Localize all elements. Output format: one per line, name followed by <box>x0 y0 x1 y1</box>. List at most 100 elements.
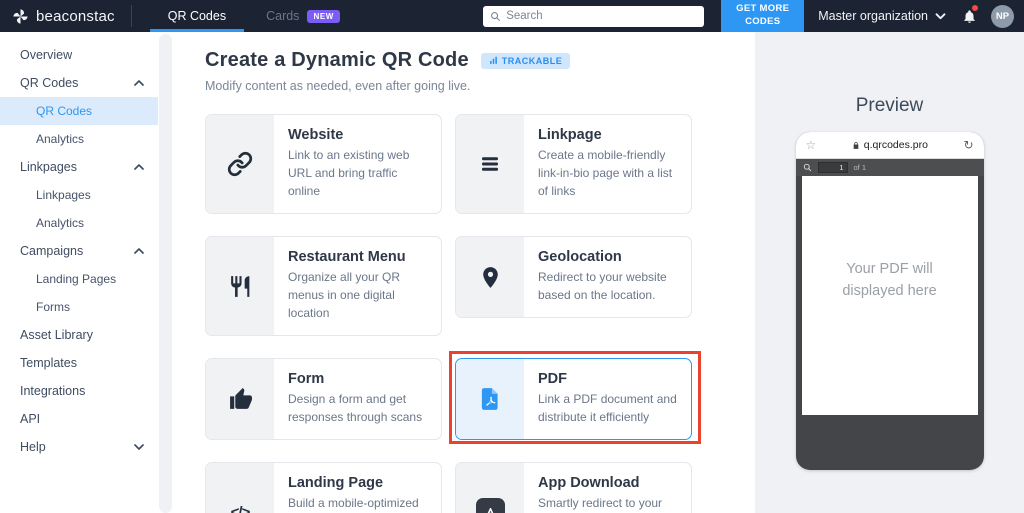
qr-type-card-app-download[interactable]: App Download Smartly redirect to your ap… <box>455 462 692 513</box>
topbar-divider <box>131 5 132 27</box>
pdf-icon <box>477 386 503 412</box>
card-description: Organize all your QR menus in one digita… <box>288 268 429 322</box>
code-icon: </> <box>231 504 250 513</box>
sidebar-item-label: Analytics <box>36 216 84 230</box>
card-icon-zone <box>456 463 524 513</box>
qr-type-card-geolocation[interactable]: Geolocation Redirect to your website bas… <box>455 236 692 318</box>
tab-cards[interactable]: Cards NEW <box>246 0 360 32</box>
preview-title: Preview <box>856 95 924 117</box>
card-title: PDF <box>538 371 679 387</box>
topbar: beaconstac QR Codes Cards NEW GET MORE C… <box>0 0 1024 32</box>
card-body: Landing Page Build a mobile-optimized we… <box>274 463 441 513</box>
search-input[interactable] <box>506 10 697 22</box>
card-icon-zone <box>206 359 274 439</box>
content-area: Overview QR Codes QR Codes Analytics Lin… <box>0 32 1024 513</box>
qr-type-card-landing-page[interactable]: </> Landing Page Build a mobile-optimize… <box>205 462 442 513</box>
pdf-page-area: Your PDF will displayed here <box>802 176 978 415</box>
link-icon <box>227 151 253 177</box>
bookmark-star-icon[interactable]: ☆ <box>806 138 817 152</box>
lock-icon <box>852 141 860 150</box>
notifications-bell[interactable] <box>962 0 977 32</box>
sidebar-scrollbar[interactable] <box>159 34 172 513</box>
sidebar-item-overview[interactable]: Overview <box>0 41 158 69</box>
card-title: Geolocation <box>538 249 679 265</box>
sidebar-item-campaigns[interactable]: Campaigns <box>0 237 158 265</box>
get-more-codes-button[interactable]: GET MORE CODES <box>721 0 804 32</box>
sidebar-item-label: QR Codes <box>20 76 78 90</box>
sidebar-item-label: Campaigns <box>20 244 83 258</box>
sidebar-nav: Overview QR Codes QR Codes Analytics Lin… <box>0 41 158 461</box>
trackable-badge: TRACKABLE <box>481 53 571 69</box>
brand-name: beaconstac <box>36 8 115 25</box>
chart-icon <box>489 56 498 65</box>
sidebar-item-forms-sub[interactable]: Forms <box>0 293 158 321</box>
sidebar-item-label: QR Codes <box>36 104 92 118</box>
qr-type-card-restaurant-menu[interactable]: Restaurant Menu Organize all your QR men… <box>205 236 442 336</box>
restaurant-icon <box>228 274 253 299</box>
sidebar-item-qr-codes-sub[interactable]: QR Codes <box>0 97 158 125</box>
card-body: Linkpage Create a mobile-friendly link-i… <box>524 115 691 213</box>
sidebar-item-templates[interactable]: Templates <box>0 349 158 377</box>
card-description: Smartly redirect to your app in Android … <box>538 494 679 513</box>
sidebar-item-analytics-sub[interactable]: Analytics <box>0 125 158 153</box>
brand-logo[interactable]: beaconstac <box>0 0 131 32</box>
sidebar-item-label: API <box>20 412 40 426</box>
card-body: App Download Smartly redirect to your ap… <box>524 463 691 513</box>
sidebar-item-asset-library[interactable]: Asset Library <box>0 321 158 349</box>
page-title: Create a Dynamic QR Code <box>205 49 469 72</box>
sidebar-item-help[interactable]: Help <box>0 433 158 461</box>
sidebar-item-label: Linkpages <box>20 160 77 174</box>
org-label: Master organization <box>818 9 928 23</box>
sidebar-item-analytics-sub[interactable]: Analytics <box>0 209 158 237</box>
zoom-search-icon[interactable] <box>803 163 812 172</box>
org-switcher[interactable]: Master organization <box>818 0 946 32</box>
sidebar-item-integrations[interactable]: Integrations <box>0 377 158 405</box>
sidebar-item-linkpages[interactable]: Linkpages <box>0 153 158 181</box>
card-description: Link a PDF document and distribute it ef… <box>538 390 679 426</box>
sidebar-item-label: Analytics <box>36 132 84 146</box>
qr-type-card-pdf[interactable]: PDF Link a PDF document and distribute i… <box>455 358 692 440</box>
qr-type-card-website[interactable]: Website Link to an existing web URL and … <box>205 114 442 214</box>
placeholder-line2: displayed here <box>842 280 936 302</box>
page-number-input[interactable]: 1 <box>818 162 848 173</box>
sidebar-item-label: Templates <box>20 356 77 370</box>
chevron-up-icon <box>134 164 144 170</box>
card-description: Design a form and get responses through … <box>288 390 429 426</box>
get-more-line1: GET MORE <box>721 3 804 16</box>
phone-mockup: ☆ q.qrcodes.pro ↻ 1 <box>796 132 984 470</box>
refresh-icon[interactable]: ↻ <box>963 138 973 152</box>
card-description: Create a mobile-friendly link-in-bio pag… <box>538 146 679 200</box>
topbar-tabs: QR Codes Cards NEW <box>148 0 360 32</box>
thumbs-up-icon <box>228 387 253 412</box>
qr-type-card-linkpage[interactable]: Linkpage Create a mobile-friendly link-i… <box>455 114 692 214</box>
trackable-label: TRACKABLE <box>502 56 563 66</box>
page-count-label: of 1 <box>854 163 867 172</box>
tab-label: Cards <box>266 9 299 23</box>
search-icon <box>490 11 501 22</box>
card-title: Restaurant Menu <box>288 249 429 265</box>
new-badge: NEW <box>307 10 339 23</box>
card-body: Restaurant Menu Organize all your QR men… <box>274 237 441 335</box>
notification-dot <box>972 5 978 11</box>
sidebar-item-qr-codes[interactable]: QR Codes <box>0 69 158 97</box>
list-icon <box>478 152 502 176</box>
sidebar-item-landing-pages-sub[interactable]: Landing Pages <box>0 265 158 293</box>
card-body: Geolocation Redirect to your website bas… <box>524 237 691 317</box>
card-title: Form <box>288 371 429 387</box>
card-icon-zone <box>456 359 524 439</box>
card-body: PDF Link a PDF document and distribute i… <box>524 359 691 439</box>
sidebar-item-label: Forms <box>36 300 70 314</box>
preview-panel: Preview ☆ q.qrcodes.pro ↻ <box>755 32 1024 513</box>
tab-qr-codes[interactable]: QR Codes <box>148 0 246 32</box>
sidebar-item-label: Overview <box>20 48 72 62</box>
sidebar-item-api[interactable]: API <box>0 405 158 433</box>
search-box[interactable] <box>483 6 704 27</box>
phone-browser-bar: ☆ q.qrcodes.pro ↻ <box>796 132 984 159</box>
sidebar-item-label: Asset Library <box>20 328 93 342</box>
chevron-down-icon <box>935 13 946 20</box>
card-title: Website <box>288 127 429 143</box>
qr-type-card-form[interactable]: Form Design a form and get responses thr… <box>205 358 442 440</box>
avatar[interactable]: NP <box>991 5 1014 28</box>
location-pin-icon <box>478 265 503 290</box>
sidebar-item-linkpages-sub[interactable]: Linkpages <box>0 181 158 209</box>
